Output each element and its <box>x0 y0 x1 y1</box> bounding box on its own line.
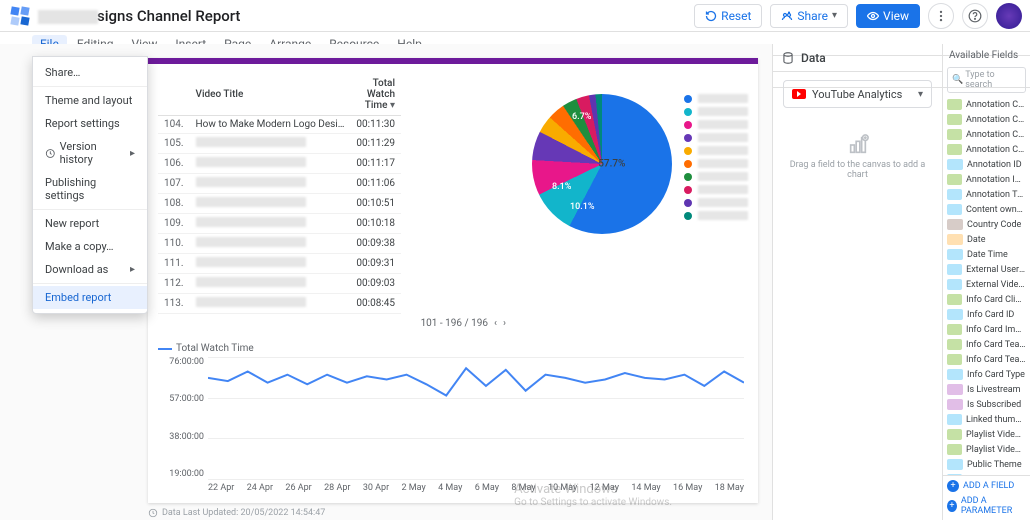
legend-item <box>684 107 748 116</box>
field-item[interactable]: Is Livestream <box>943 382 1030 397</box>
top-bar: signs Channel Report Reset Share▾ View <box>0 0 1030 32</box>
table-row[interactable]: 107.00:11:06 <box>158 174 401 194</box>
col-video-title[interactable]: Video Title <box>190 74 351 116</box>
field-item[interactable]: Info Card ID <box>943 307 1030 322</box>
add-field-link[interactable]: +ADD A FIELD <box>945 478 1028 494</box>
file-share[interactable]: Share… <box>33 61 147 84</box>
series-label: Total Watch Time <box>158 343 748 354</box>
field-item[interactable]: External User ID <box>943 262 1030 277</box>
pie-legend <box>684 94 748 220</box>
pie-chart[interactable] <box>532 94 672 234</box>
file-menu-dropdown: Share… Theme and layout Report settings … <box>32 56 148 314</box>
account-avatar[interactable] <box>996 3 1022 29</box>
table-row[interactable]: 108.00:10:51 <box>158 194 401 214</box>
view-button[interactable]: View <box>856 4 920 28</box>
field-item[interactable]: Annotation Impressio… <box>943 172 1030 187</box>
field-item[interactable]: Annotation Type <box>943 187 1030 202</box>
field-item[interactable]: Annotation Clicks <box>943 112 1030 127</box>
table-row[interactable]: 113.00:08:45 <box>158 294 401 314</box>
field-item[interactable]: Info Card Teaser Clicks <box>943 337 1030 352</box>
help-button[interactable] <box>962 3 988 29</box>
field-item[interactable]: Annotation Closable I… <box>943 127 1030 142</box>
table-row[interactable]: 111.00:09:31 <box>158 254 401 274</box>
table-row[interactable]: 104.How to Make Modern Logo Desi…00:11:3… <box>158 116 401 134</box>
field-search[interactable]: 🔍Type to search <box>947 67 1026 93</box>
table-row[interactable]: 106.00:11:17 <box>158 154 401 174</box>
video-table[interactable]: Video Title Total Watch Time ▾ 104.How t… <box>158 74 401 314</box>
field-item[interactable]: External Video ID <box>943 277 1030 292</box>
data-source-select[interactable]: YouTube Analytics ▾ <box>783 80 932 108</box>
fields-header: Available Fields <box>943 44 1030 67</box>
table-pager: 101 - 196 / 196 ‹ › <box>158 314 512 333</box>
data-panel: Data YouTube Analytics ▾ Drag a field to… <box>772 44 942 520</box>
report-page[interactable]: Video Title Total Watch Time ▾ 104.How t… <box>148 58 758 503</box>
chevron-down-icon: ▾ <box>918 89 923 100</box>
field-item[interactable]: Public Theme <box>943 457 1030 472</box>
legend-item <box>684 159 748 168</box>
search-icon: 🔍 <box>952 75 963 85</box>
table-row[interactable]: 105.00:11:29 <box>158 134 401 154</box>
file-make-copy[interactable]: Make a copy… <box>33 235 147 258</box>
youtube-icon <box>792 89 806 99</box>
col-watch-time[interactable]: Total Watch Time ▾ <box>350 74 401 116</box>
field-item[interactable]: Info Card Type <box>943 367 1030 382</box>
app-logo <box>8 4 32 28</box>
file-new-report[interactable]: New report <box>33 212 147 235</box>
field-item[interactable]: Info Card Teaser Impr… <box>943 352 1030 367</box>
file-publishing[interactable]: Publishing settings <box>33 171 147 207</box>
table-row[interactable]: 109.00:10:18 <box>158 214 401 234</box>
pager-prev[interactable]: ‹ <box>494 318 497 329</box>
table-row[interactable]: 112.00:09:03 <box>158 274 401 294</box>
line-chart[interactable]: Total Watch Time 76:00:0057:00:0038:00:0… <box>148 333 758 503</box>
file-embed-report[interactable]: Embed report <box>33 286 147 309</box>
field-item[interactable]: Date <box>943 232 1030 247</box>
fields-panel: Available Fields 🔍Type to search Annotat… <box>942 44 1030 520</box>
add-parameter-link[interactable]: +ADD A PARAMETER <box>945 494 1028 518</box>
more-options-button[interactable] <box>928 3 954 29</box>
field-item[interactable]: Playlist Videos Added <box>943 427 1030 442</box>
field-item[interactable]: Country Code <box>943 217 1030 232</box>
field-item[interactable]: Playlist Videos Remov… <box>943 442 1030 457</box>
field-item[interactable]: Annotation Closes <box>943 142 1030 157</box>
legend-item <box>684 120 748 129</box>
pager-range: 101 - 196 / 196 <box>421 318 488 329</box>
legend-item <box>684 146 748 155</box>
legend-item <box>684 172 748 181</box>
table-row[interactable]: 110.00:09:38 <box>158 234 401 254</box>
last-updated-footer: Data Last Updated: 20/05/2022 14:54:47 <box>148 508 325 518</box>
data-panel-title: Data <box>801 51 826 65</box>
file-version-history[interactable]: Version history▸ <box>33 135 147 171</box>
file-download-as[interactable]: Download as▸ <box>33 258 147 281</box>
field-item[interactable]: Info Card Clicks <box>943 292 1030 307</box>
field-item[interactable]: Date Time <box>943 247 1030 262</box>
field-item[interactable]: Annotation ID <box>943 157 1030 172</box>
field-item[interactable]: Linked thumbnail <box>943 412 1030 427</box>
windows-watermark: Activate Windows Go to Settings to activ… <box>514 482 672 508</box>
pager-next[interactable]: › <box>503 318 506 329</box>
drag-hint: Drag a field to the canvas to add a char… <box>779 122 936 192</box>
field-item[interactable]: Content owner ID <box>943 202 1030 217</box>
legend-item <box>684 133 748 142</box>
reset-button[interactable]: Reset <box>694 4 762 28</box>
file-report-settings[interactable]: Report settings <box>33 112 147 135</box>
share-button[interactable]: Share▾ <box>770 4 848 28</box>
legend-item <box>684 185 748 194</box>
legend-item <box>684 211 748 220</box>
file-theme-layout[interactable]: Theme and layout <box>33 89 147 112</box>
field-item[interactable]: Annotation Clickable I… <box>943 97 1030 112</box>
report-title[interactable]: signs Channel Report <box>38 7 240 25</box>
field-item[interactable]: Info Card Impressions <box>943 322 1030 337</box>
legend-item <box>684 94 748 103</box>
legend-item <box>684 198 748 207</box>
field-item[interactable]: Is Subscribed <box>943 397 1030 412</box>
